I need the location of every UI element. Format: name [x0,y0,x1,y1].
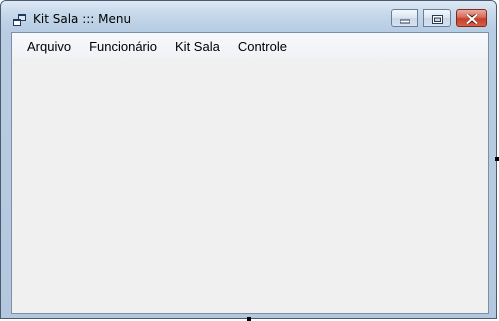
windows-form-icon[interactable] [13,12,27,26]
menu-item-arquivo[interactable]: Arquivo [18,36,80,57]
close-icon [465,9,478,28]
window-title: Kit Sala ::: Menu [33,12,132,26]
menu-item-funcionario[interactable]: Funcionário [80,36,166,57]
title-bar[interactable]: Kit Sala ::: Menu [1,1,496,31]
main-window: Kit Sala ::: Menu Arquivo Funcionário Ki… [0,0,497,319]
menu-item-controle[interactable]: Controle [229,36,296,57]
resize-handle-right[interactable] [495,157,499,161]
maximize-button[interactable] [423,9,451,27]
close-button[interactable] [456,9,487,27]
menu-bar: Arquivo Funcionário Kit Sala Controle [12,33,488,59]
menu-item-kit-sala[interactable]: Kit Sala [166,36,229,57]
minimize-icon [399,9,410,28]
client-area: Arquivo Funcionário Kit Sala Controle [11,32,489,314]
maximize-icon [431,9,443,28]
resize-handle-bottom[interactable] [247,317,251,321]
minimize-button[interactable] [391,9,418,27]
